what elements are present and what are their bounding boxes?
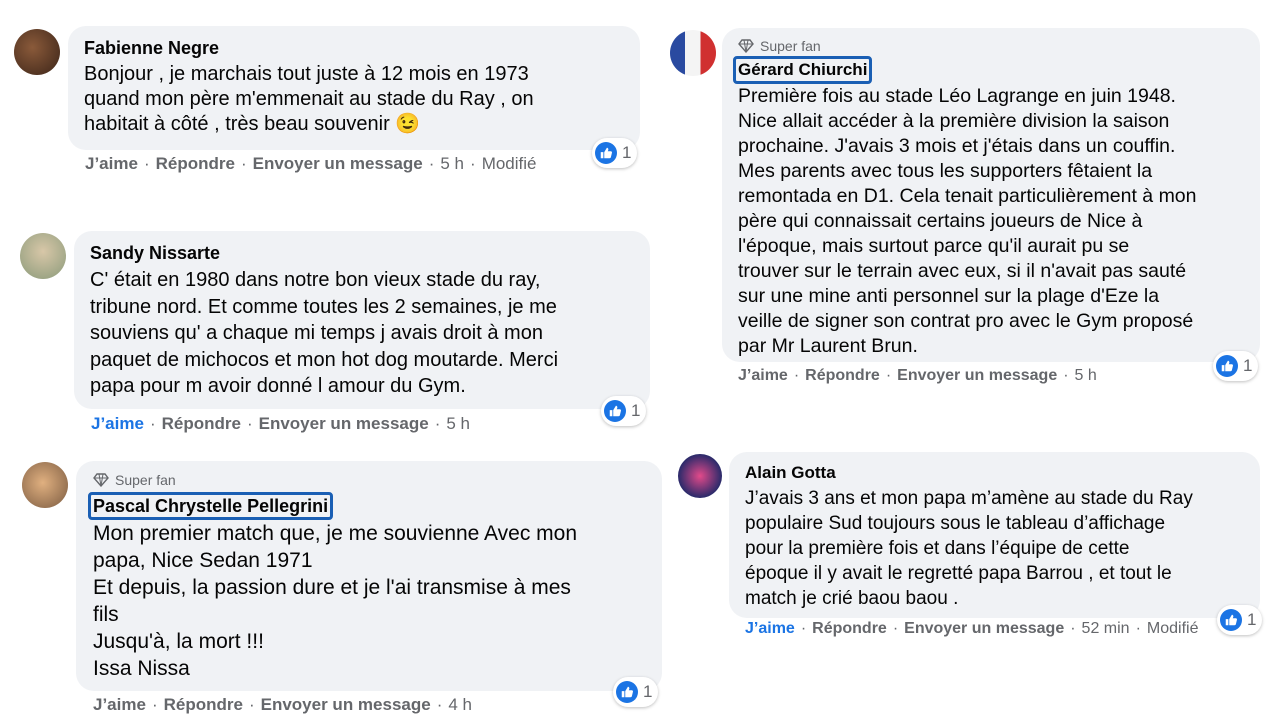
comment-bubble: Fabienne Negre Bonjour , je marchais tou… bbox=[68, 26, 640, 150]
comment-author[interactable]: Fabienne Negre bbox=[84, 37, 219, 59]
thumbs-up-icon bbox=[1216, 355, 1238, 377]
reaction-count-badge[interactable]: 1 bbox=[613, 677, 659, 707]
separator: · bbox=[434, 414, 441, 433]
reply-button[interactable]: Répondre bbox=[162, 414, 241, 434]
separator: · bbox=[436, 695, 443, 714]
comment-text: Bonjour , je marchais tout juste à 12 mo… bbox=[84, 63, 534, 135]
reply-button[interactable]: Répondre bbox=[164, 695, 243, 715]
separator: · bbox=[1135, 620, 1141, 637]
badge-label: Super fan bbox=[760, 38, 821, 54]
send-message-button[interactable]: Envoyer un message bbox=[261, 695, 431, 715]
separator: · bbox=[470, 154, 476, 173]
separator: · bbox=[800, 620, 807, 637]
reaction-count-badge[interactable]: 1 bbox=[592, 138, 638, 168]
timestamp[interactable]: 5 h bbox=[1075, 367, 1097, 385]
thumbs-up-icon bbox=[616, 681, 638, 703]
edited-label[interactable]: Modifié bbox=[482, 154, 537, 174]
separator: · bbox=[248, 695, 255, 714]
like-button[interactable]: J’aime bbox=[91, 414, 144, 434]
separator: · bbox=[151, 695, 158, 714]
separator: · bbox=[1063, 367, 1069, 384]
super-fan-badge[interactable]: Super fan bbox=[93, 472, 645, 488]
thumbs-up-icon bbox=[604, 400, 626, 422]
separator: · bbox=[240, 154, 247, 173]
send-message-button[interactable]: Envoyer un message bbox=[904, 620, 1064, 638]
comment-author[interactable]: Sandy Nissarte bbox=[90, 242, 220, 264]
avatar[interactable] bbox=[20, 233, 66, 279]
like-button[interactable]: J’aime bbox=[745, 620, 795, 638]
comment-bubble: Super fan Pascal Chrystelle Pellegrini M… bbox=[76, 461, 662, 691]
avatar[interactable] bbox=[22, 462, 68, 508]
like-button[interactable]: J’aime bbox=[93, 695, 146, 715]
reaction-count-badge[interactable]: 1 bbox=[601, 396, 647, 426]
comment-bubble: Super fan Gérard Chiurchi Première fois … bbox=[722, 28, 1260, 362]
comment-text: Mon premier match que, je me souvienne A… bbox=[93, 522, 578, 680]
comment-actions: J’aime · Répondre · Envoyer un message ·… bbox=[93, 695, 472, 715]
separator: · bbox=[143, 154, 150, 173]
comment-actions: J’aime · Répondre · Envoyer un message ·… bbox=[745, 620, 1198, 638]
separator: · bbox=[149, 414, 156, 433]
like-button[interactable]: J’aime bbox=[85, 154, 138, 174]
reaction-count-badge[interactable]: 1 bbox=[1217, 605, 1263, 635]
comment-actions: J’aime · Répondre · Envoyer un message ·… bbox=[738, 367, 1097, 385]
reply-button[interactable]: Répondre bbox=[805, 367, 880, 385]
comment-text: Première fois au stade Léo Lagrange en j… bbox=[738, 85, 1197, 357]
timestamp[interactable]: 4 h bbox=[448, 695, 472, 715]
super-fan-badge[interactable]: Super fan bbox=[738, 38, 1244, 54]
comment-actions: J’aime · Répondre · Envoyer un message ·… bbox=[91, 414, 470, 434]
avatar[interactable] bbox=[678, 454, 722, 498]
separator: · bbox=[1070, 620, 1076, 637]
reaction-count: 1 bbox=[622, 143, 632, 162]
send-message-button[interactable]: Envoyer un message bbox=[259, 414, 429, 434]
comment-author[interactable]: Pascal Chrystelle Pellegrini bbox=[88, 492, 334, 520]
thumbs-up-icon bbox=[1220, 609, 1242, 631]
comment-actions: J’aime · Répondre · Envoyer un message ·… bbox=[85, 154, 537, 174]
separator: · bbox=[428, 154, 435, 173]
edited-label[interactable]: Modifié bbox=[1147, 620, 1199, 638]
diamond-icon bbox=[93, 473, 109, 487]
timestamp[interactable]: 5 h bbox=[440, 154, 464, 174]
reaction-count-badge[interactable]: 1 bbox=[1213, 351, 1259, 381]
avatar[interactable] bbox=[14, 29, 60, 75]
send-message-button[interactable]: Envoyer un message bbox=[897, 367, 1057, 385]
timestamp[interactable]: 52 min bbox=[1082, 620, 1130, 638]
thumbs-up-icon bbox=[595, 142, 617, 164]
separator: · bbox=[885, 367, 892, 384]
comment-author[interactable]: Alain Gotta bbox=[745, 462, 836, 484]
comment-bubble: Alain Gotta J’avais 3 ans et mon papa m’… bbox=[729, 452, 1260, 618]
send-message-button[interactable]: Envoyer un message bbox=[253, 154, 423, 174]
reply-button[interactable]: Répondre bbox=[812, 620, 887, 638]
reaction-count: 1 bbox=[643, 682, 653, 701]
badge-label: Super fan bbox=[115, 472, 176, 488]
separator: · bbox=[246, 414, 253, 433]
comment-text: C' était en 1980 dans notre bon vieux st… bbox=[90, 269, 559, 397]
like-button[interactable]: J’aime bbox=[738, 367, 788, 385]
comment-text: J’avais 3 ans et mon papa m’amène au sta… bbox=[745, 488, 1193, 609]
reaction-count: 1 bbox=[1247, 610, 1257, 629]
reply-button[interactable]: Répondre bbox=[156, 154, 235, 174]
comment-author[interactable]: Gérard Chiurchi bbox=[733, 56, 873, 84]
comment-bubble: Sandy Nissarte C' était en 1980 dans not… bbox=[74, 231, 650, 409]
reaction-count: 1 bbox=[1243, 356, 1253, 375]
timestamp[interactable]: 5 h bbox=[446, 414, 470, 434]
separator: · bbox=[793, 367, 800, 384]
separator: · bbox=[892, 620, 899, 637]
reaction-count: 1 bbox=[631, 401, 641, 420]
avatar[interactable] bbox=[670, 30, 716, 76]
diamond-icon bbox=[738, 39, 754, 53]
